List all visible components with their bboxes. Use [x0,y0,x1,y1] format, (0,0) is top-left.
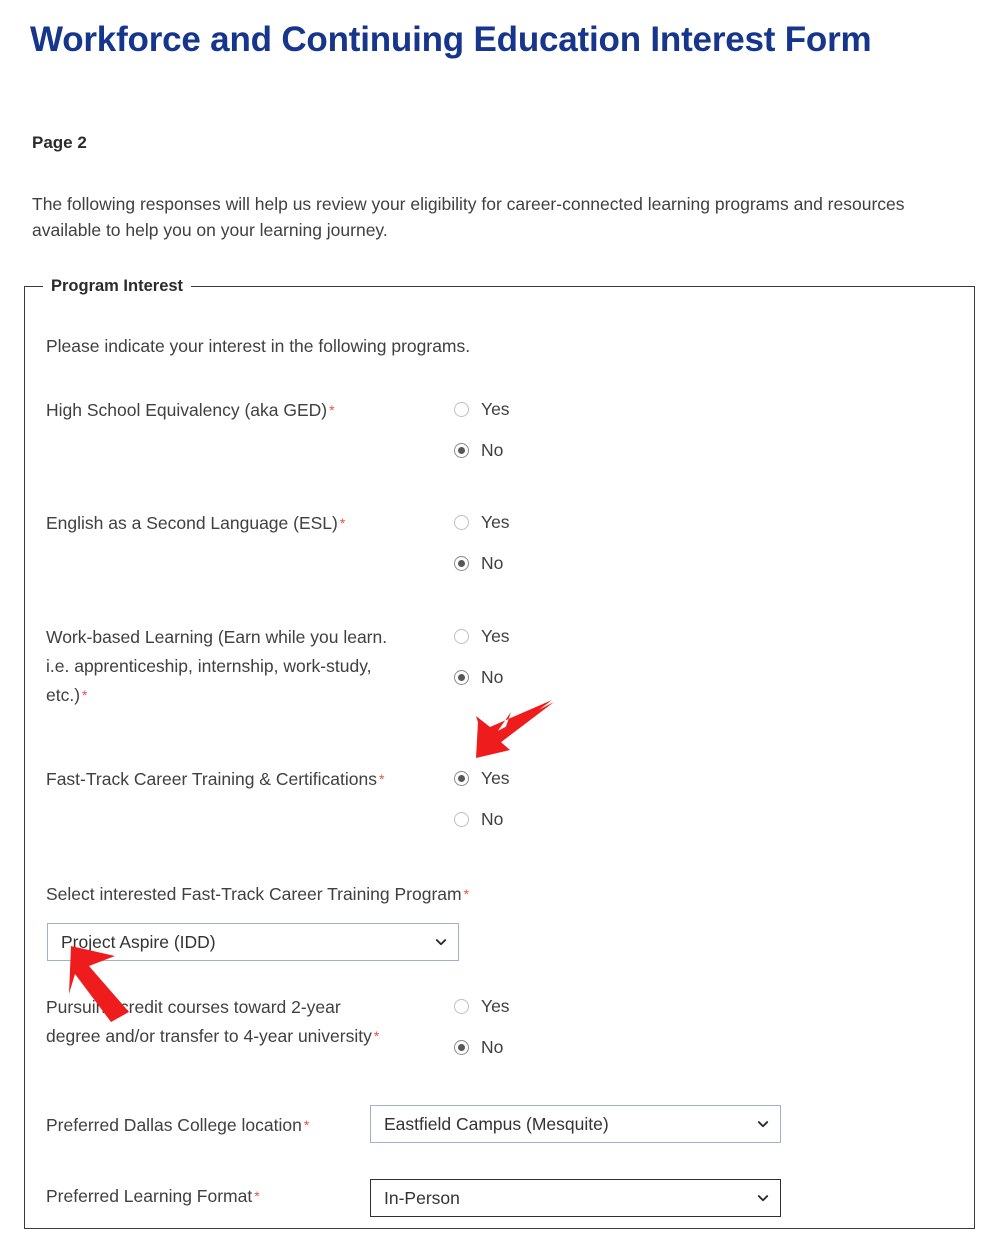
select-preferred-location[interactable]: Eastfield Campus (Mesquite) [370,1105,781,1143]
radio-option-no[interactable]: No [454,805,510,834]
select-fast-track-program[interactable]: Project Aspire (IDD) [47,923,459,961]
chevron-down-icon [757,1121,769,1128]
radio-circle-no[interactable] [454,556,469,571]
instruction-text: Please indicate your interest in the fol… [46,336,471,356]
question-text-line-1: Work-based Learning (Earn while you lear… [46,627,388,647]
fieldset-content: Please indicate your interest in the fol… [25,296,974,1228]
intro-paragraph: The following responses will help us rev… [32,194,905,240]
select-value: Project Aspire (IDD) [61,931,216,952]
label-preferred-learning-format: Preferred Learning Format * [46,1182,260,1211]
required-asterisk: * [329,402,335,418]
label-preferred-location: Preferred Dallas College location * [46,1111,309,1140]
radio-option-yes[interactable]: Yes [454,764,510,793]
radio-circle-no[interactable] [454,443,469,458]
page-number-label: Page 2 [32,133,87,152]
radio-label-yes: Yes [481,512,510,532]
program-interest-fieldset: Program Interest Please indicate your in… [24,277,975,1229]
required-asterisk: * [303,1117,310,1133]
required-asterisk: * [463,886,470,902]
question-text: Preferred Learning Format [46,1186,253,1206]
label-pursuing-credit-courses: Pursuing credit courses toward 2-year de… [46,993,466,1051]
radio-option-yes[interactable]: Yes [454,622,510,651]
question-text: High School Equivalency (aka GED) [46,400,328,420]
label-work-based-learning: Work-based Learning (Earn while you lear… [46,623,446,710]
question-text: Fast-Track Career Training & Certificati… [46,769,377,789]
radio-option-no[interactable]: No [454,663,510,692]
radio-option-yes[interactable]: Yes [454,992,510,1021]
chevron-down-icon [435,939,447,946]
radio-option-no[interactable]: No [454,1033,510,1062]
radio-circle-yes[interactable] [454,999,469,1014]
radio-circle-yes[interactable] [454,402,469,417]
radio-label-no: No [481,809,504,829]
label-fast-track-program-select: Select interested Fast-Track Career Trai… [46,880,469,909]
radio-option-yes[interactable]: Yes [454,508,510,537]
required-asterisk: * [378,771,385,787]
question-text-line-2: degree and/or transfer to 4-year univers… [46,1026,372,1046]
radio-label-yes: Yes [481,996,510,1016]
select-value: In-Person [384,1187,460,1208]
question-text: English as a Second Language (ESL) [46,513,338,533]
radio-label-yes: Yes [481,399,510,419]
radio-option-no[interactable]: No [454,436,510,465]
radio-group-fast-track-career-training: Yes No [454,764,510,834]
question-text-line-2: i.e. apprenticeship, internship, work-st… [46,656,372,676]
question-text: Select interested Fast-Track Career Trai… [46,884,462,904]
radio-group-english-second-language: Yes No [454,508,510,578]
radio-circle-no[interactable] [454,1040,469,1055]
radio-label-yes: Yes [481,626,510,646]
page-title: Workforce and Continuing Education Inter… [30,20,872,59]
required-asterisk: * [82,687,88,703]
label-fast-track-career-training: Fast-Track Career Training & Certificati… [46,765,384,794]
radio-label-no: No [481,553,504,573]
question-text-line-3: etc.) [46,685,81,705]
radio-option-no[interactable]: No [454,549,510,578]
radio-label-no: No [481,1037,504,1057]
radio-label-yes: Yes [481,768,510,788]
required-asterisk: * [254,1188,260,1204]
fieldset-legend: Program Interest [51,277,184,295]
radio-option-yes[interactable]: Yes [454,395,510,424]
radio-circle-no[interactable] [454,670,469,685]
radio-group-work-based-learning: Yes No [454,622,510,692]
radio-group-pursuing-credit-courses: Yes No [454,992,510,1062]
required-asterisk: * [339,515,346,531]
select-value: Eastfield Campus (Mesquite) [384,1113,609,1134]
radio-label-no: No [481,440,504,460]
radio-group-high-school-equivalency: Yes No [454,395,510,465]
chevron-down-icon [757,1195,769,1202]
label-english-second-language: English as a Second Language (ESL) * [46,509,345,538]
radio-circle-yes[interactable] [454,515,469,530]
form-page: Workforce and Continuing Education Inter… [0,0,1000,1250]
required-asterisk: * [373,1028,380,1044]
label-high-school-equivalency: High School Equivalency (aka GED) * [46,396,335,425]
radio-circle-yes[interactable] [454,771,469,786]
radio-circle-no[interactable] [454,812,469,827]
select-preferred-learning-format[interactable]: In-Person [370,1179,781,1217]
question-text: Preferred Dallas College location [46,1115,302,1135]
question-text-line-1: Pursuing credit courses toward 2-year [46,997,341,1017]
radio-label-no: No [481,667,504,687]
radio-circle-yes[interactable] [454,629,469,644]
